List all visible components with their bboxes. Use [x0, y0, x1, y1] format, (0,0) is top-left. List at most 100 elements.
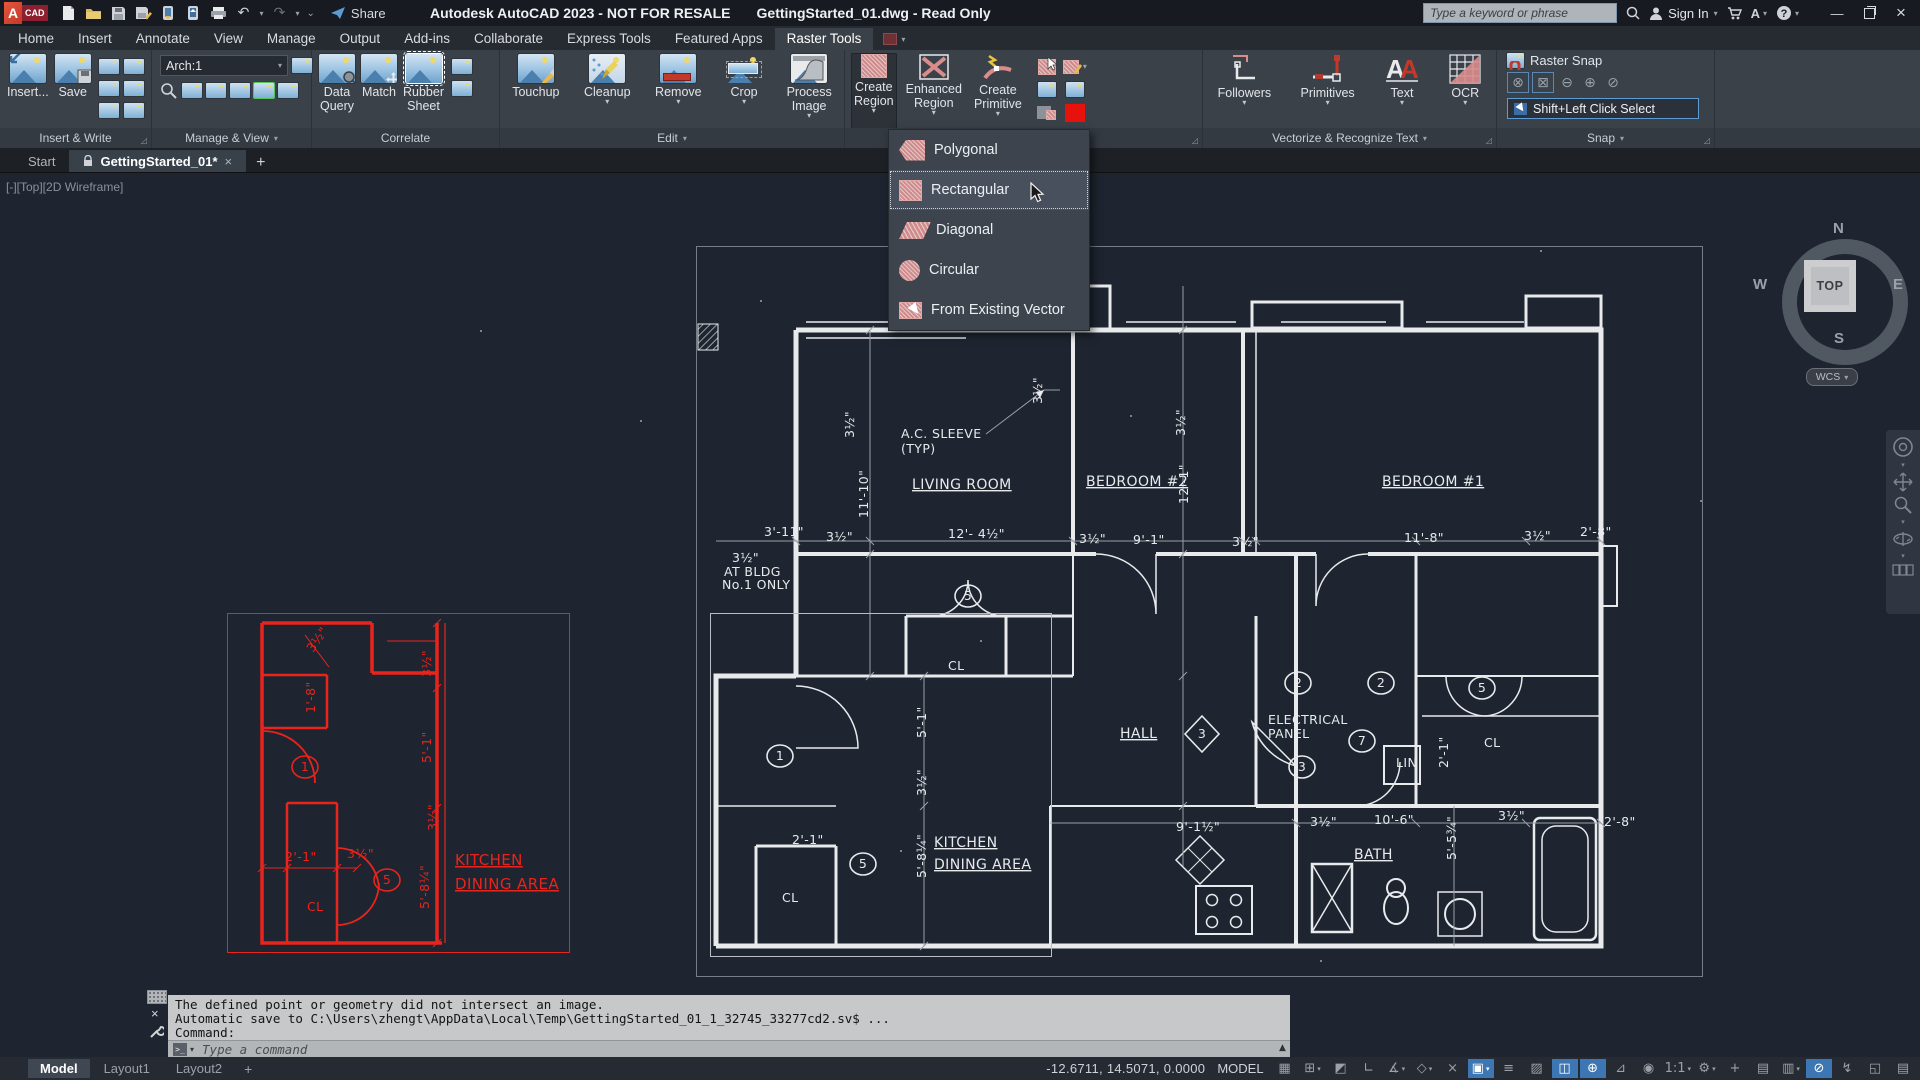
transparency-toggle[interactable]: ▨: [1524, 1059, 1550, 1078]
zoom-icon[interactable]: [1893, 495, 1913, 515]
ribbon-tab-home[interactable]: Home: [6, 28, 66, 50]
enhanced-region-button[interactable]: Enhanced Region ▾: [903, 53, 965, 129]
command-window-close-icon[interactable]: ×: [151, 1006, 159, 1021]
command-window-grip[interactable]: [147, 990, 167, 1004]
viewport-controls[interactable]: [-][Top][2D Wireframe]: [6, 180, 123, 194]
menu-item-rectangular[interactable]: Rectangular: [889, 170, 1089, 210]
touchup-button[interactable]: Touchup: [509, 53, 562, 129]
navigation-wheel-icon[interactable]: [1892, 436, 1914, 458]
tab-document[interactable]: GettingStarted_01* ×: [69, 150, 246, 172]
ribbon-tab-collaborate[interactable]: Collaborate: [462, 28, 555, 50]
orbit-icon[interactable]: [1892, 529, 1914, 549]
ortho-mode-toggle[interactable]: ∟: [1356, 1059, 1382, 1078]
share-button[interactable]: Share: [330, 6, 386, 21]
pan-icon[interactable]: [1893, 472, 1913, 492]
object-snap-toggle[interactable]: ▣▾: [1468, 1059, 1494, 1078]
ribbon-tab-output[interactable]: Output: [328, 28, 393, 50]
command-window-customize-icon[interactable]: [149, 1024, 164, 1039]
viewcube-south[interactable]: S: [1834, 330, 1844, 347]
data-query-button[interactable]: Data Query: [316, 53, 358, 129]
viewcube-west[interactable]: W: [1753, 276, 1767, 293]
mask-region-icon[interactable]: [1037, 106, 1056, 120]
merge-region-icon[interactable]: [1038, 82, 1056, 97]
show-motion-icon[interactable]: [1892, 563, 1914, 579]
menu-item-diagonal[interactable]: Diagonal: [889, 210, 1089, 250]
panel-label-correlate[interactable]: Correlate: [312, 128, 499, 148]
new-file-icon[interactable]: [60, 4, 78, 22]
show-frames-icon[interactable]: [254, 83, 274, 98]
quick-properties-toggle[interactable]: ▤: [1750, 1059, 1776, 1078]
undo-caret-icon[interactable]: ▾: [260, 9, 264, 18]
cleanup-button[interactable]: Cleanup ▾: [581, 53, 634, 129]
snap-mode-toggle[interactable]: ⊞▾: [1300, 1059, 1326, 1078]
autocad-logo[interactable]: A CAD: [4, 2, 48, 24]
displace-image-icon[interactable]: [452, 59, 472, 74]
region-color-swatch[interactable]: [1065, 104, 1085, 122]
save-as-icon[interactable]: [135, 4, 153, 22]
layout-tab-layout1[interactable]: Layout1: [92, 1059, 162, 1078]
open-from-mobile-icon[interactable]: [160, 4, 178, 22]
panel-label-edit[interactable]: Edit ▾: [500, 128, 844, 148]
capture-image-icon[interactable]: [124, 103, 144, 118]
ribbon-tab-raster-tools[interactable]: Raster Tools: [775, 28, 874, 50]
image-select-combo[interactable]: Arch:1 ▾: [160, 55, 288, 76]
isolate-objects-toggle[interactable]: ⊘: [1806, 1059, 1832, 1078]
command-scroll-up-icon[interactable]: ▲: [1279, 1043, 1286, 1053]
snap-edge-icon[interactable]: ⊘: [1603, 73, 1623, 92]
viewcube-east[interactable]: E: [1893, 276, 1903, 293]
tab-start[interactable]: Start: [14, 150, 69, 172]
annotation-monitor-toggle[interactable]: ◉: [1636, 1059, 1662, 1078]
polar-tracking-toggle[interactable]: ∡▾: [1384, 1059, 1410, 1078]
coordinates-display[interactable]: -12.6711, 14.5071, 0.0000: [1046, 1061, 1205, 1076]
search-icon[interactable]: [1626, 6, 1640, 20]
customization-toggle[interactable]: ▤: [1890, 1059, 1916, 1078]
app-store-cart-icon[interactable]: [1727, 6, 1742, 20]
workspace-switching-toggle[interactable]: ⚙▾: [1694, 1059, 1720, 1078]
text-button[interactable]: AA Text ▾: [1381, 53, 1423, 129]
slideout-icon[interactable]: ◿: [1192, 136, 1198, 145]
dynamic-ucs-toggle[interactable]: ⊿: [1608, 1059, 1634, 1078]
grid-display-toggle[interactable]: ▦: [1272, 1059, 1298, 1078]
ribbon-tab-manage[interactable]: Manage: [255, 28, 328, 50]
save-to-mobile-icon[interactable]: [185, 4, 203, 22]
slideout-icon[interactable]: ◿: [1486, 136, 1492, 145]
crop-button[interactable]: Crop ▾: [723, 53, 765, 129]
selection-cycling-toggle[interactable]: ◫: [1552, 1059, 1578, 1078]
help-icon[interactable]: ?▾: [1776, 5, 1799, 21]
ribbon-tab-insert[interactable]: Insert: [66, 28, 124, 50]
command-history[interactable]: The defined point or geometry did not in…: [168, 995, 1290, 1040]
red-vector-plan[interactable]: KITCHENDINING AREACL3½"1'-8"3½"5'-1"3½"5…: [227, 613, 570, 953]
sign-in-button[interactable]: Sign In ▾: [1649, 6, 1718, 21]
separate-region-icon[interactable]: [1066, 82, 1084, 97]
panel-label-vectorize[interactable]: Vectorize & Recognize Text ▾ ◿: [1203, 128, 1496, 148]
wcs-menu[interactable]: WCS ▾: [1806, 368, 1858, 386]
insert-image-button[interactable]: Insert...: [4, 53, 52, 129]
match-button[interactable]: Match: [358, 53, 400, 129]
osnap-tracking-toggle[interactable]: ×: [1440, 1059, 1466, 1078]
world-file-icon[interactable]: [124, 81, 144, 96]
image-manager-icon[interactable]: [292, 58, 312, 73]
new-layout-button[interactable]: +: [236, 1061, 260, 1077]
shift-left-click-select-button[interactable]: Shift+Left Click Select: [1507, 98, 1699, 119]
close-tab-icon[interactable]: ×: [225, 154, 233, 169]
viewcube-top-face[interactable]: TOP: [1804, 260, 1856, 312]
new-image-icon[interactable]: [124, 59, 144, 74]
snap-end-icon[interactable]: ⊖: [1557, 73, 1577, 92]
scale-image-icon[interactable]: [452, 81, 472, 96]
create-primitive-button[interactable]: Create Primitive ▾: [971, 53, 1025, 129]
snap-cross-icon[interactable]: ⊠: [1532, 72, 1554, 93]
layout-tab-layout2[interactable]: Layout2: [164, 1059, 234, 1078]
menu-item-circular[interactable]: Circular: [889, 250, 1089, 290]
minimize-button[interactable]: —: [1822, 1, 1852, 25]
command-input[interactable]: >_ ▾ Type a command: [168, 1040, 1290, 1057]
redo-icon[interactable]: ↷: [271, 4, 289, 22]
save-icon[interactable]: [110, 4, 128, 22]
followers-button[interactable]: Followers ▾: [1215, 53, 1275, 129]
annotation-scale-toggle[interactable]: 1:1▾: [1664, 1059, 1692, 1078]
remove-button[interactable]: Remove ▾: [652, 53, 705, 129]
panel-label-manage-view[interactable]: Manage & View ▾: [152, 128, 311, 148]
lineweight-toggle[interactable]: ≡: [1496, 1059, 1522, 1078]
infer-constraints-toggle[interactable]: ◩: [1328, 1059, 1354, 1078]
image-extents-icon[interactable]: [278, 83, 298, 98]
menu-item-from-existing-vector[interactable]: From Existing Vector: [889, 290, 1089, 330]
